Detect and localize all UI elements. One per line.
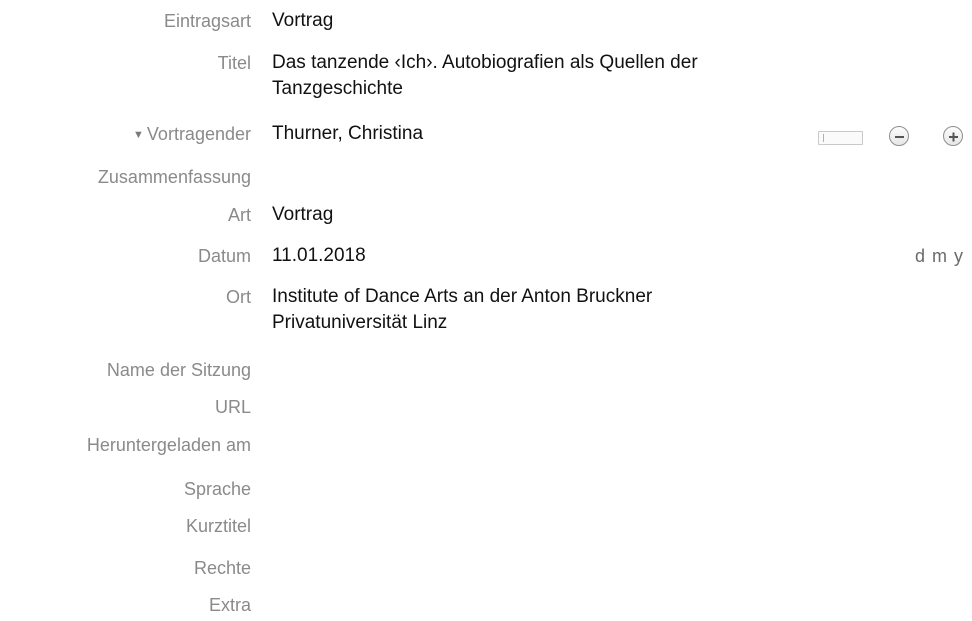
place-value-line-2: Privatuniversität Linz [272,312,448,333]
field-label-extra: Extra [208,595,251,615]
title-value-line-2: Tanzgeschichte [272,78,403,99]
field-row-rechte: Rechte [0,555,972,581]
field-row-datum: Datum 11.01.2018 d m y [0,243,972,269]
field-label-heruntergeladen-am: Heruntergeladen am [86,435,251,455]
field-row-url: URL [0,394,972,420]
field-row-name-der-sitzung: Name der Sitzung [0,357,972,383]
field-label-datum: Datum [197,246,251,266]
field-label-url: URL [214,397,251,417]
field-label-ort: Ort [226,287,251,307]
date-value[interactable]: 11.01.2018 [272,243,872,269]
field-label-art: Art [227,205,251,225]
title-value-line-1: Das tanzende ‹Ich›. Autobiografien als Q… [272,52,698,73]
creator-name-mode-switch[interactable] [818,131,863,145]
field-label-name-der-sitzung: Name der Sitzung [106,360,251,380]
triangle-down-icon: ▼ [133,129,144,141]
field-label-titel: Titel [217,53,251,73]
plus-circle-icon[interactable] [943,126,963,146]
field-row-heruntergeladen-am: Heruntergeladen am [0,432,972,458]
field-row-sprache: Sprache [0,476,972,502]
place-value[interactable]: Institute of Dance Arts an der Anton Bru… [272,284,872,336]
field-row-vortragender: ▼ Vortragender Thurner, Christina [0,121,972,151]
field-row-art: Art Vortrag [0,202,972,228]
field-row-eintragsart: Eintragsart Vortrag [0,8,972,34]
creator-name-value[interactable]: Thurner, Christina [272,121,792,147]
field-row-titel: Titel Das tanzende ‹Ich›. Autobiografien… [0,50,972,102]
field-label-vortragender: Vortragender [146,124,251,144]
field-label-rechte: Rechte [193,558,251,578]
item-type-value[interactable]: Vortrag [272,8,872,34]
creator-type-menu[interactable]: ▼ Vortragender [133,121,251,150]
field-row-kurztitel: Kurztitel [0,513,972,539]
title-value[interactable]: Das tanzende ‹Ich›. Autobiografien als Q… [272,50,872,102]
field-label-kurztitel: Kurztitel [185,516,251,536]
field-label-eintragsart: Eintragsart [163,11,251,31]
field-row-zusammenfassung: Zusammenfassung [0,164,972,190]
field-row-extra: Extra [0,592,972,618]
minus-circle-icon[interactable] [889,126,909,146]
field-label-sprache: Sprache [183,479,251,499]
presentation-type-value[interactable]: Vortrag [272,202,872,228]
field-label-zusammenfassung: Zusammenfassung [97,167,251,187]
place-value-line-1: Institute of Dance Arts an der Anton Bru… [272,286,653,307]
date-format-indicator: d m y [914,246,964,266]
field-row-ort: Ort Institute of Dance Arts an der Anton… [0,284,972,336]
